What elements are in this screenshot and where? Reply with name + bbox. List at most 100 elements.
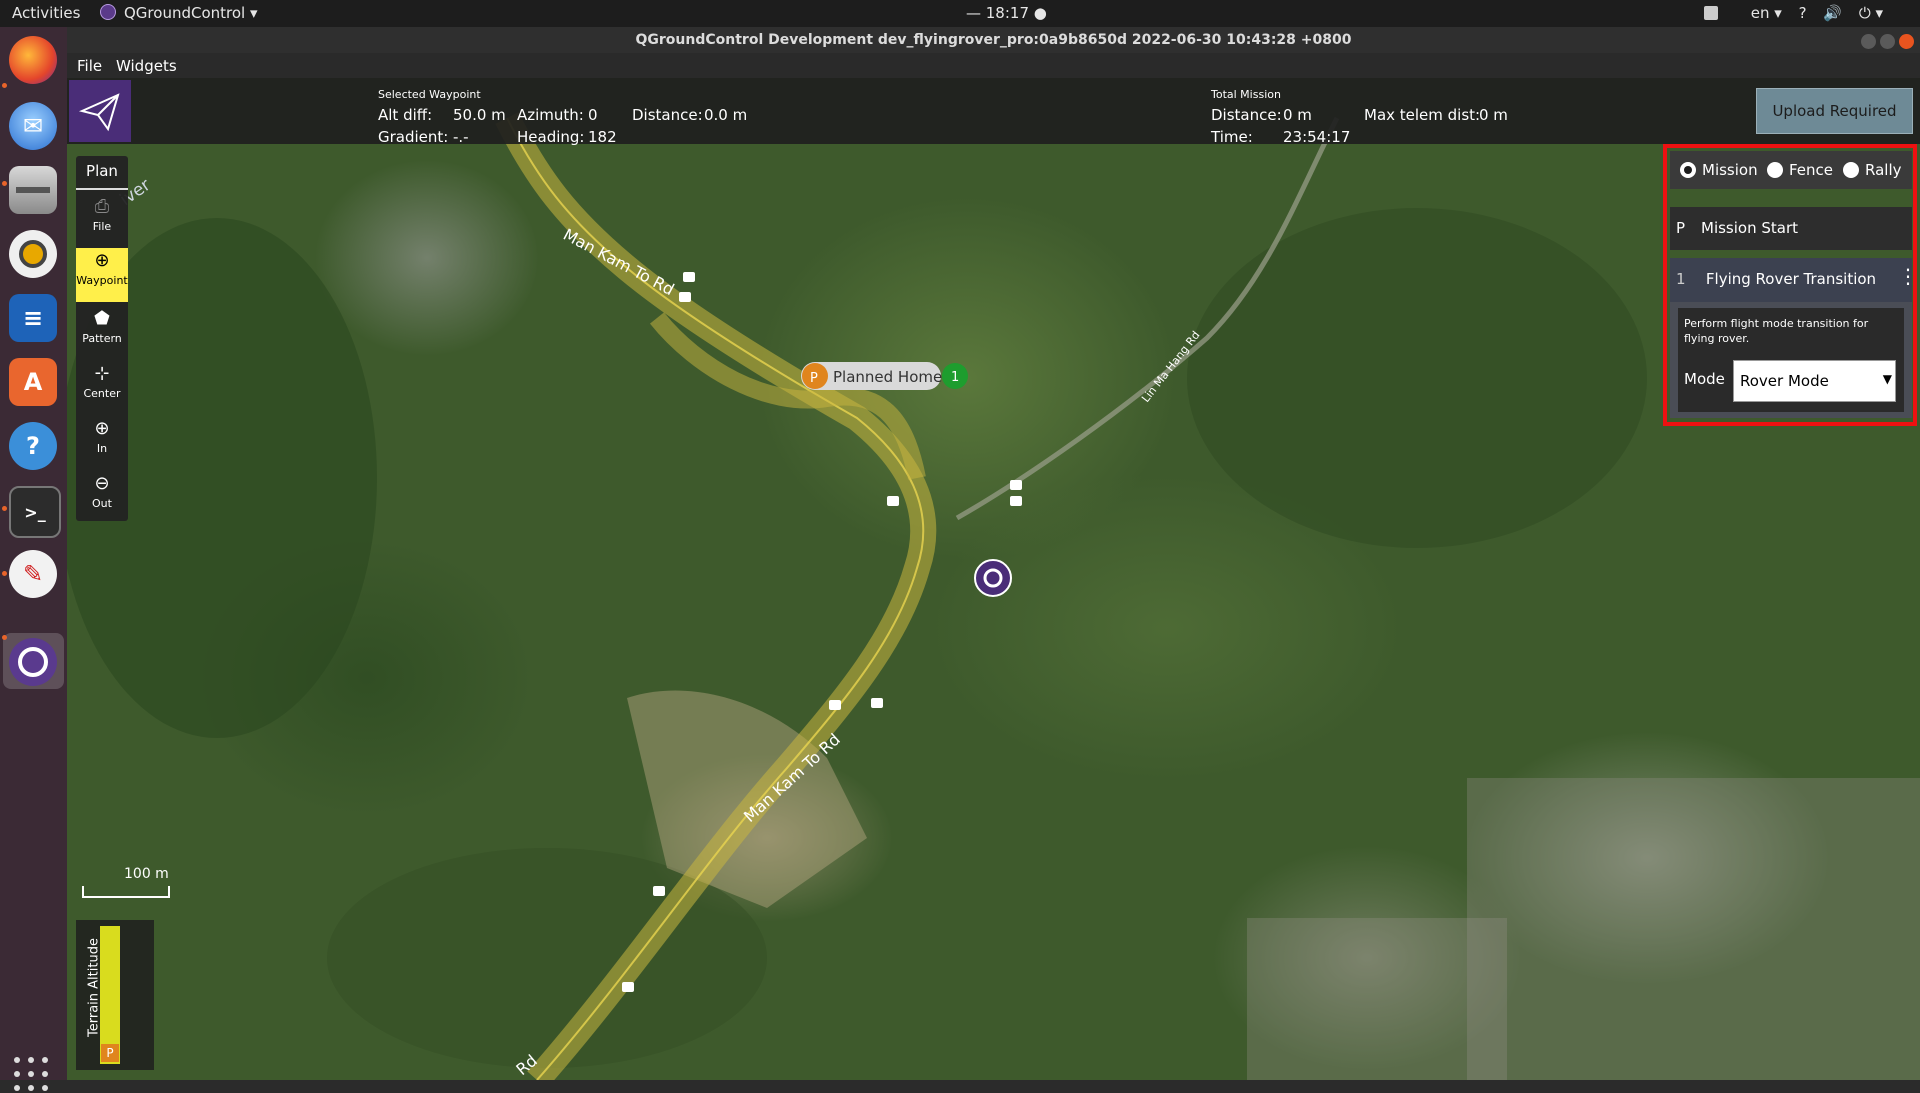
running-indicator	[2, 83, 7, 88]
close-button[interactable]	[1899, 34, 1914, 49]
gradient-value: -.-	[453, 128, 469, 146]
zoom-out-icon: ⊖	[94, 473, 110, 494]
max-telem-value: 0 m	[1479, 106, 1508, 124]
waypoint-marker-number: 1	[951, 370, 959, 385]
distance-value: 0.0 m	[704, 106, 748, 124]
azimuth-label: Azimuth:	[517, 106, 584, 124]
running-indicator	[2, 506, 7, 511]
map-overlay: Man Kam To Rd Man Kam To Rd Lin Ma Hang …	[67, 112, 1920, 1080]
add-waypoint-icon: ⊕	[94, 250, 110, 271]
distance-label: Distance:	[632, 106, 703, 124]
heading-value: 182	[588, 128, 617, 146]
toolbar-zoom-in-label: In	[96, 442, 108, 455]
qgroundcontrol-icon[interactable]	[9, 638, 57, 686]
app-menu[interactable]: QGroundControl ▾	[100, 4, 258, 22]
toolbar-zoom-out-label: Out	[92, 497, 112, 510]
bus-stop-icon	[871, 698, 883, 708]
sound-icon[interactable]: 🔊	[1823, 4, 1842, 22]
app-menu-label: QGroundControl ▾	[124, 4, 258, 22]
system-top-bar: Activities QGroundControl ▾ — 18:17 ● en…	[0, 0, 1920, 27]
clock[interactable]: — 18:17 ●	[966, 4, 1047, 22]
alt-diff-value: 50.0 m	[453, 106, 506, 124]
window-title: QGroundControl Development dev_flyingrov…	[635, 32, 1352, 48]
paper-plane-icon	[78, 93, 120, 132]
upload-required-button[interactable]: Upload Required	[1756, 88, 1913, 134]
show-applications-button[interactable]	[14, 1057, 50, 1093]
home-marker-letter: P	[810, 371, 818, 386]
max-telem-label: Max telem dist:	[1364, 106, 1481, 124]
map-view[interactable]: Man Kam To Rd Man Kam To Rd Lin Ma Hang …	[67, 78, 1920, 1080]
vehicle-icon[interactable]	[974, 559, 1012, 597]
time-value: 23:54:17	[1283, 128, 1351, 146]
toolbar-zoom-in-button[interactable]: ⊕ In	[76, 418, 128, 455]
maximize-button[interactable]	[1880, 34, 1895, 49]
bus-stop-icon	[887, 496, 899, 506]
bus-stop-icon	[1010, 480, 1022, 490]
terrain-home-marker: P	[101, 1044, 119, 1062]
plan-view-logo[interactable]	[69, 80, 131, 142]
heading-label: Heading:	[517, 128, 585, 146]
text-editor-icon[interactable]: ✎	[9, 550, 57, 598]
total-distance-value: 0 m	[1283, 106, 1312, 124]
highlight-frame	[1663, 144, 1917, 426]
rhythmbox-icon[interactable]	[9, 230, 57, 278]
menu-widgets[interactable]: Widgets	[116, 57, 177, 75]
map-scale: 100 m	[82, 866, 172, 900]
activities-button[interactable]: Activities	[12, 4, 80, 22]
toolbar-center-label: Center	[83, 387, 121, 400]
power-icon[interactable]: ⏻ ▾	[1859, 4, 1883, 22]
menubar: File Widgets	[67, 53, 1920, 78]
system-tray[interactable]: en ▾ ? 🔊 ⏻ ▾	[1704, 4, 1895, 22]
bus-stop-icon	[653, 886, 665, 896]
plan-toolbar: Plan ⎙ File ⊕ Waypoint ⬟ Pattern ⊹ Cente…	[76, 156, 128, 521]
urban-area	[1467, 778, 1920, 1080]
crosshair-icon: ⊹	[94, 363, 110, 384]
terrain-altitude-panel: Terrain Altitude P	[76, 920, 154, 1070]
toolbar-waypoint-button[interactable]: ⊕ Waypoint	[76, 248, 128, 302]
help-icon[interactable]: ?	[1799, 4, 1807, 22]
zoom-in-icon: ⊕	[94, 418, 110, 439]
map-scale-label: 100 m	[124, 866, 169, 882]
terminal-icon[interactable]: >_	[9, 486, 61, 538]
toolbar-pattern-label: Pattern	[82, 332, 122, 345]
toolbar-center-button[interactable]: ⊹ Center	[76, 363, 128, 400]
window-titlebar: QGroundControl Development dev_flyingrov…	[67, 27, 1920, 53]
libreoffice-writer-icon[interactable]: ≡	[9, 294, 57, 342]
total-mission-heading: Total Mission	[1211, 88, 1281, 101]
bus-stop-icon	[829, 700, 841, 710]
firefox-icon[interactable]	[9, 36, 57, 84]
thunderbird-icon[interactable]: ✉	[9, 102, 57, 150]
qgroundcontrol-icon	[100, 4, 116, 20]
toolbar-pattern-button[interactable]: ⬟ Pattern	[76, 308, 128, 345]
toolbar-file-button[interactable]: ⎙ File	[76, 196, 128, 233]
software-center-icon[interactable]: A	[9, 358, 57, 406]
running-indicator	[2, 635, 7, 640]
files-icon[interactable]	[9, 166, 57, 214]
language-selector[interactable]: en ▾	[1751, 4, 1782, 22]
file-icon: ⎙	[94, 196, 110, 217]
planned-home-label: Planned Home	[833, 368, 942, 386]
selected-waypoint-heading: Selected Waypoint	[378, 88, 481, 101]
keyboard-icon[interactable]	[1704, 6, 1718, 20]
running-indicator	[2, 181, 7, 186]
help-icon[interactable]: ?	[9, 422, 57, 470]
toolbar-zoom-out-button[interactable]: ⊖ Out	[76, 473, 128, 510]
map-scale-bar	[82, 886, 170, 898]
plan-info-bar: Selected Waypoint Alt diff: 50.0 m Azimu…	[67, 78, 1920, 146]
azimuth-value: 0	[588, 106, 598, 124]
menu-file[interactable]: File	[77, 57, 102, 75]
dock: ✉ ≡ A ? >_ ✎	[0, 27, 67, 1091]
bus-stop-icon	[622, 982, 634, 992]
toolbar-file-label: File	[92, 220, 112, 233]
running-indicator	[2, 571, 7, 576]
bus-stop-icon	[683, 272, 695, 282]
time-label: Time:	[1211, 128, 1253, 146]
alt-diff-label: Alt diff:	[378, 106, 433, 124]
gradient-label: Gradient:	[378, 128, 449, 146]
minimize-button[interactable]	[1861, 34, 1876, 49]
road-label: Man Kam To Rd	[560, 225, 677, 299]
toolbar-waypoint-label: Waypoint	[76, 274, 128, 287]
pattern-icon: ⬟	[94, 308, 110, 329]
urban-area	[1247, 918, 1507, 1080]
total-distance-label: Distance:	[1211, 106, 1282, 124]
